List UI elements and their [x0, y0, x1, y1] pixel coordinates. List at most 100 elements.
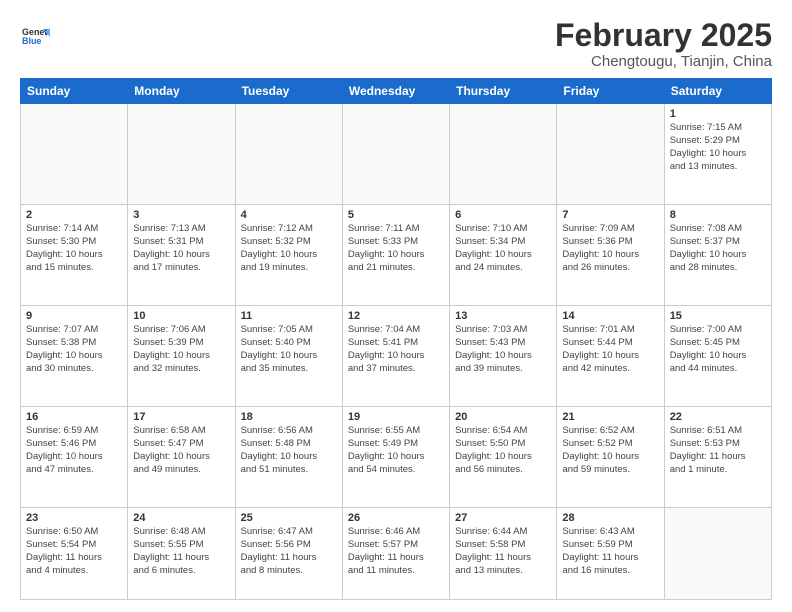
table-cell — [128, 104, 235, 205]
table-cell: 7 Sunrise: 7:09 AM Sunset: 5:36 PM Daylig… — [557, 205, 664, 306]
day-number: 27 — [455, 512, 551, 524]
table-cell: 1 Sunrise: 7:15 AM Sunset: 5:29 PM Daylig… — [664, 104, 771, 205]
table-cell — [557, 104, 664, 205]
day-number: 2 — [26, 209, 122, 221]
logo-icon: General Blue — [22, 22, 50, 50]
day-info: Sunrise: 6:46 AM Sunset: 5:57 PM Dayligh… — [348, 526, 444, 577]
week-row-3: 9 Sunrise: 7:07 AM Sunset: 5:38 PM Daylig… — [21, 306, 772, 407]
table-cell — [342, 104, 449, 205]
day-number: 8 — [670, 209, 766, 221]
day-info: Sunrise: 6:50 AM Sunset: 5:54 PM Dayligh… — [26, 526, 122, 577]
table-cell: 27 Sunrise: 6:44 AM Sunset: 5:58 PM Dayli… — [450, 508, 557, 600]
day-info: Sunrise: 6:56 AM Sunset: 5:48 PM Dayligh… — [241, 425, 337, 476]
logo-block: General Blue — [20, 22, 50, 55]
day-info: Sunrise: 7:13 AM Sunset: 5:31 PM Dayligh… — [133, 223, 229, 274]
day-info: Sunrise: 7:15 AM Sunset: 5:29 PM Dayligh… — [670, 122, 766, 173]
svg-text:Blue: Blue — [22, 36, 41, 46]
day-number: 15 — [670, 310, 766, 322]
table-cell: 12Sunrise: 7:04 AM Sunset: 5:41 PM Dayli… — [342, 306, 449, 407]
day-info: Sunrise: 6:59 AM Sunset: 5:46 PM Dayligh… — [26, 425, 122, 476]
day-number: 4 — [241, 209, 337, 221]
table-cell: 16 Sunrise: 6:59 AM Sunset: 5:46 PM Dayli… — [21, 407, 128, 508]
table-cell: 5 Sunrise: 7:11 AM Sunset: 5:33 PM Daylig… — [342, 205, 449, 306]
day-number: 20 — [455, 411, 551, 423]
day-number: 17 — [133, 411, 229, 423]
month-title: February 2025 — [555, 18, 772, 53]
day-number: 22 — [670, 411, 766, 423]
week-row-5: 23 Sunrise: 6:50 AM Sunset: 5:54 PM Dayli… — [21, 508, 772, 600]
day-number: 3 — [133, 209, 229, 221]
day-info: Sunrise: 7:05 AM Sunset: 5:40 PM Dayligh… — [241, 324, 337, 375]
day-number: 5 — [348, 209, 444, 221]
table-cell: 21 Sunrise: 6:52 AM Sunset: 5:52 PM Dayli… — [557, 407, 664, 508]
day-info: Sunrise: 6:52 AM Sunset: 5:52 PM Dayligh… — [562, 425, 658, 476]
header-row: Sunday Monday Tuesday Wednesday Thursday… — [21, 79, 772, 104]
day-info: Sunrise: 7:00 AM Sunset: 5:45 PM Dayligh… — [670, 324, 766, 375]
table-cell: 10 Sunrise: 7:06 AM Sunset: 5:39 PM Dayli… — [128, 306, 235, 407]
table-cell: 19 Sunrise: 6:55 AM Sunset: 5:49 PM Dayli… — [342, 407, 449, 508]
day-info: Sunrise: 6:44 AM Sunset: 5:58 PM Dayligh… — [455, 526, 551, 577]
day-info: Sunrise: 7:03 AM Sunset: 5:43 PM Dayligh… — [455, 324, 551, 375]
col-wednesday: Wednesday — [342, 79, 449, 104]
table-cell — [21, 104, 128, 205]
table-cell: 11 Sunrise: 7:05 AM Sunset: 5:40 PM Dayli… — [235, 306, 342, 407]
day-number: 7 — [562, 209, 658, 221]
table-cell: 28 Sunrise: 6:43 AM Sunset: 5:59 PM Dayli… — [557, 508, 664, 600]
table-cell: 9 Sunrise: 7:07 AM Sunset: 5:38 PM Daylig… — [21, 306, 128, 407]
table-cell — [450, 104, 557, 205]
day-number: 10 — [133, 310, 229, 322]
table-cell: 23 Sunrise: 6:50 AM Sunset: 5:54 PM Dayli… — [21, 508, 128, 600]
day-number: 19 — [348, 411, 444, 423]
calendar-table: Sunday Monday Tuesday Wednesday Thursday… — [20, 78, 772, 600]
day-info: Sunrise: 7:09 AM Sunset: 5:36 PM Dayligh… — [562, 223, 658, 274]
day-number: 16 — [26, 411, 122, 423]
col-monday: Monday — [128, 79, 235, 104]
day-info: Sunrise: 7:12 AM Sunset: 5:32 PM Dayligh… — [241, 223, 337, 274]
week-row-2: 2 Sunrise: 7:14 AM Sunset: 5:30 PM Daylig… — [21, 205, 772, 306]
location: Chengtougu, Tianjin, China — [555, 53, 772, 70]
day-number: 23 — [26, 512, 122, 524]
table-cell: 2 Sunrise: 7:14 AM Sunset: 5:30 PM Daylig… — [21, 205, 128, 306]
table-cell: 24Sunrise: 6:48 AM Sunset: 5:55 PM Dayli… — [128, 508, 235, 600]
day-number: 14 — [562, 310, 658, 322]
title-block: February 2025 Chengtougu, Tianjin, China — [555, 18, 772, 70]
day-number: 11 — [241, 310, 337, 322]
col-friday: Friday — [557, 79, 664, 104]
day-number: 28 — [562, 512, 658, 524]
day-info: Sunrise: 6:55 AM Sunset: 5:49 PM Dayligh… — [348, 425, 444, 476]
day-info: Sunrise: 7:14 AM Sunset: 5:30 PM Dayligh… — [26, 223, 122, 274]
table-cell: 4 Sunrise: 7:12 AM Sunset: 5:32 PM Daylig… — [235, 205, 342, 306]
table-cell: 17Sunrise: 6:58 AM Sunset: 5:47 PM Dayli… — [128, 407, 235, 508]
col-thursday: Thursday — [450, 79, 557, 104]
day-info: Sunrise: 7:06 AM Sunset: 5:39 PM Dayligh… — [133, 324, 229, 375]
day-number: 26 — [348, 512, 444, 524]
week-row-1: 1 Sunrise: 7:15 AM Sunset: 5:29 PM Daylig… — [21, 104, 772, 205]
table-cell: 20 Sunrise: 6:54 AM Sunset: 5:50 PM Dayli… — [450, 407, 557, 508]
table-cell: 26 Sunrise: 6:46 AM Sunset: 5:57 PM Dayli… — [342, 508, 449, 600]
day-number: 25 — [241, 512, 337, 524]
table-cell: 13 Sunrise: 7:03 AM Sunset: 5:43 PM Dayli… — [450, 306, 557, 407]
day-info: Sunrise: 6:47 AM Sunset: 5:56 PM Dayligh… — [241, 526, 337, 577]
day-info: Sunrise: 7:07 AM Sunset: 5:38 PM Dayligh… — [26, 324, 122, 375]
col-sunday: Sunday — [21, 79, 128, 104]
logo: General Blue — [20, 22, 50, 55]
table-cell: 18 Sunrise: 6:56 AM Sunset: 5:48 PM Dayli… — [235, 407, 342, 508]
day-info: Sunrise: 6:54 AM Sunset: 5:50 PM Dayligh… — [455, 425, 551, 476]
day-number: 9 — [26, 310, 122, 322]
day-info: Sunrise: 6:43 AM Sunset: 5:59 PM Dayligh… — [562, 526, 658, 577]
day-info: Sunrise: 7:01 AM Sunset: 5:44 PM Dayligh… — [562, 324, 658, 375]
day-info: Sunrise: 7:11 AM Sunset: 5:33 PM Dayligh… — [348, 223, 444, 274]
page: General Blue February 2025 Chengtougu, T… — [0, 0, 792, 612]
table-cell — [235, 104, 342, 205]
day-number: 13 — [455, 310, 551, 322]
day-number: 1 — [670, 108, 766, 120]
table-cell: 22Sunrise: 6:51 AM Sunset: 5:53 PM Dayli… — [664, 407, 771, 508]
table-cell: 15 Sunrise: 7:00 AM Sunset: 5:45 PM Dayli… — [664, 306, 771, 407]
day-number: 18 — [241, 411, 337, 423]
col-saturday: Saturday — [664, 79, 771, 104]
day-number: 6 — [455, 209, 551, 221]
day-number: 12 — [348, 310, 444, 322]
day-number: 21 — [562, 411, 658, 423]
table-cell: 14 Sunrise: 7:01 AM Sunset: 5:44 PM Dayli… — [557, 306, 664, 407]
day-info: Sunrise: 6:48 AM Sunset: 5:55 PM Dayligh… — [133, 526, 229, 577]
